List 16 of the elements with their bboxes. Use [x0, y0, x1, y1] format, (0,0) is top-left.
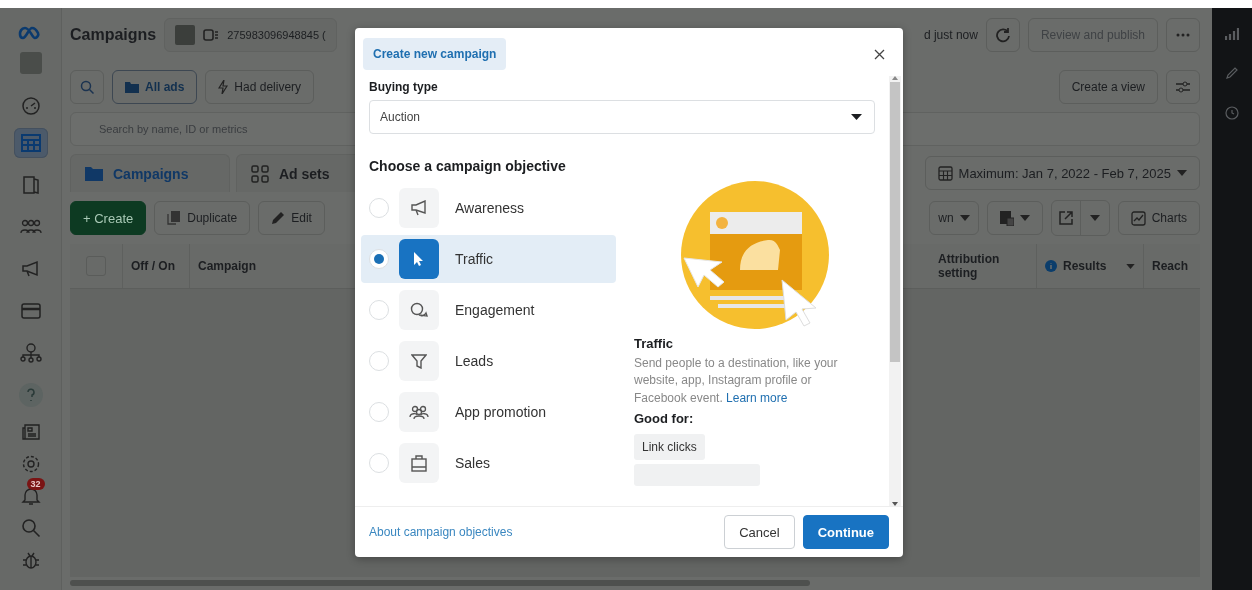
objective-title: Traffic	[634, 336, 673, 351]
dialog-title: Create new campaign	[363, 38, 507, 70]
column-title: Results	[1063, 259, 1107, 273]
column-header: Off / On	[123, 244, 190, 288]
column-header: Attribution setting	[930, 244, 1037, 288]
account-id: 275983096948845 (	[227, 29, 326, 41]
column-header: Reach	[1151, 258, 1190, 275]
objective-description: Send people to a destination, like your website, app, Instagram profile or Facebook event. Learn more	[634, 355, 839, 407]
page-title: Campaigns	[70, 26, 157, 44]
dropdown-value: Auction	[380, 110, 421, 124]
column-header: Campaign	[197, 258, 257, 275]
notification-badge: 32	[26, 478, 45, 490]
good-for-heading: Good for:	[634, 411, 694, 427]
good-for-tag: Link clicks	[634, 434, 705, 461]
status-text: d just now	[923, 28, 978, 42]
field-label: Buying type	[369, 80, 439, 94]
